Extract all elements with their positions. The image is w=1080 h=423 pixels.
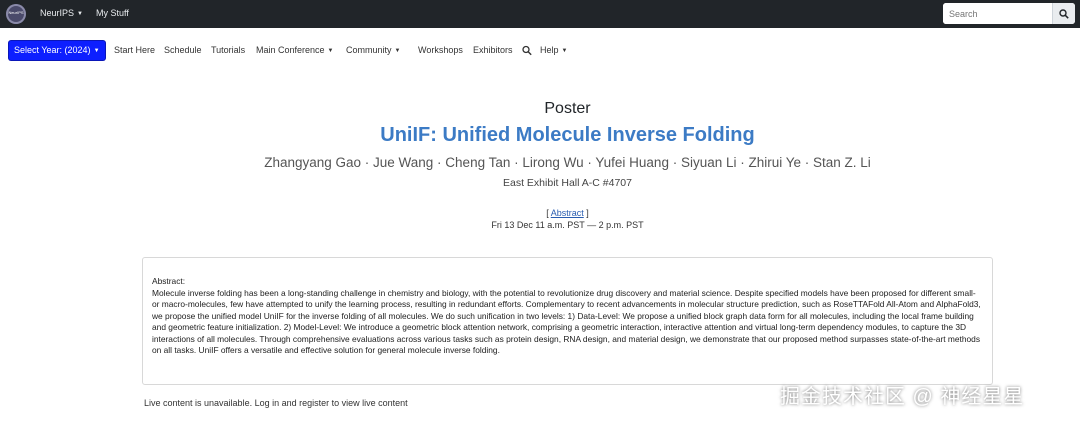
abstract-heading: Abstract: [152, 276, 186, 286]
nav-help[interactable]: Help ▼ [540, 45, 567, 55]
chevron-down-icon: ▼ [327, 48, 334, 54]
paper-title[interactable]: UniIF: Unified Molecule Inverse Folding [0, 124, 1080, 147]
nav-exhibitors[interactable]: Exhibitors [473, 45, 513, 55]
chevron-down-icon: ▼ [93, 48, 100, 54]
search-icon [522, 45, 532, 56]
watermark: 掘金技术社区 @ 神经星星 [780, 386, 1025, 408]
poster-location: East Exhibit Hall A-C #4707 [503, 177, 632, 189]
nav-tutorials[interactable]: Tutorials [211, 45, 245, 55]
select-year-label: Select Year: (2024) [14, 45, 91, 55]
event-type-label: Poster [544, 100, 591, 117]
abstract-link-wrapper: [ Abstract ] [546, 208, 589, 218]
neurips-menu[interactable]: NeurIPS ▼ [40, 8, 83, 18]
live-content-note: Live content is unavailable. Log in and … [144, 398, 408, 408]
nav-start-here[interactable]: Start Here [114, 45, 155, 55]
author-list: Zhangyang Gao · Jue Wang · Cheng Tan · L… [264, 155, 871, 170]
search-button[interactable] [1052, 3, 1075, 24]
nav-main-conference[interactable]: Main Conference ▼ [256, 45, 334, 55]
chevron-down-icon: ▼ [561, 48, 568, 54]
nav-community-label: Community [346, 45, 392, 55]
logo-text: NeurIPS [8, 10, 24, 15]
abstract-card: Abstract: Molecule inverse folding has b… [142, 257, 993, 385]
secondary-navbar: Select Year: (2024) ▼ Start Here Schedule… [0, 34, 1080, 66]
top-navbar: NeurIPS NeurIPS ▼ My Stuff [0, 0, 1080, 28]
nav-help-label: Help [540, 45, 559, 55]
nav-schedule[interactable]: Schedule [164, 45, 202, 55]
top-search [943, 3, 1075, 24]
nav-search-button[interactable] [522, 43, 532, 61]
nav-workshops[interactable]: Workshops [418, 45, 463, 55]
nav-main-conference-label: Main Conference [256, 45, 325, 55]
abstract-text: Molecule inverse folding has been a long… [152, 287, 981, 356]
chevron-down-icon: ▼ [394, 48, 401, 54]
session-time: Fri 13 Dec 11 a.m. PST — 2 p.m. PST [491, 220, 644, 230]
search-icon [1059, 8, 1069, 19]
chevron-down-icon: ▼ [77, 11, 83, 17]
select-year-button[interactable]: Select Year: (2024) ▼ [9, 41, 105, 60]
neurips-logo[interactable]: NeurIPS [6, 4, 26, 24]
neurips-menu-label: NeurIPS [40, 8, 75, 18]
search-input[interactable] [943, 3, 1051, 24]
abstract-link[interactable]: Abstract [551, 208, 584, 218]
my-stuff-link[interactable]: My Stuff [96, 8, 129, 18]
nav-community[interactable]: Community ▼ [346, 45, 400, 55]
